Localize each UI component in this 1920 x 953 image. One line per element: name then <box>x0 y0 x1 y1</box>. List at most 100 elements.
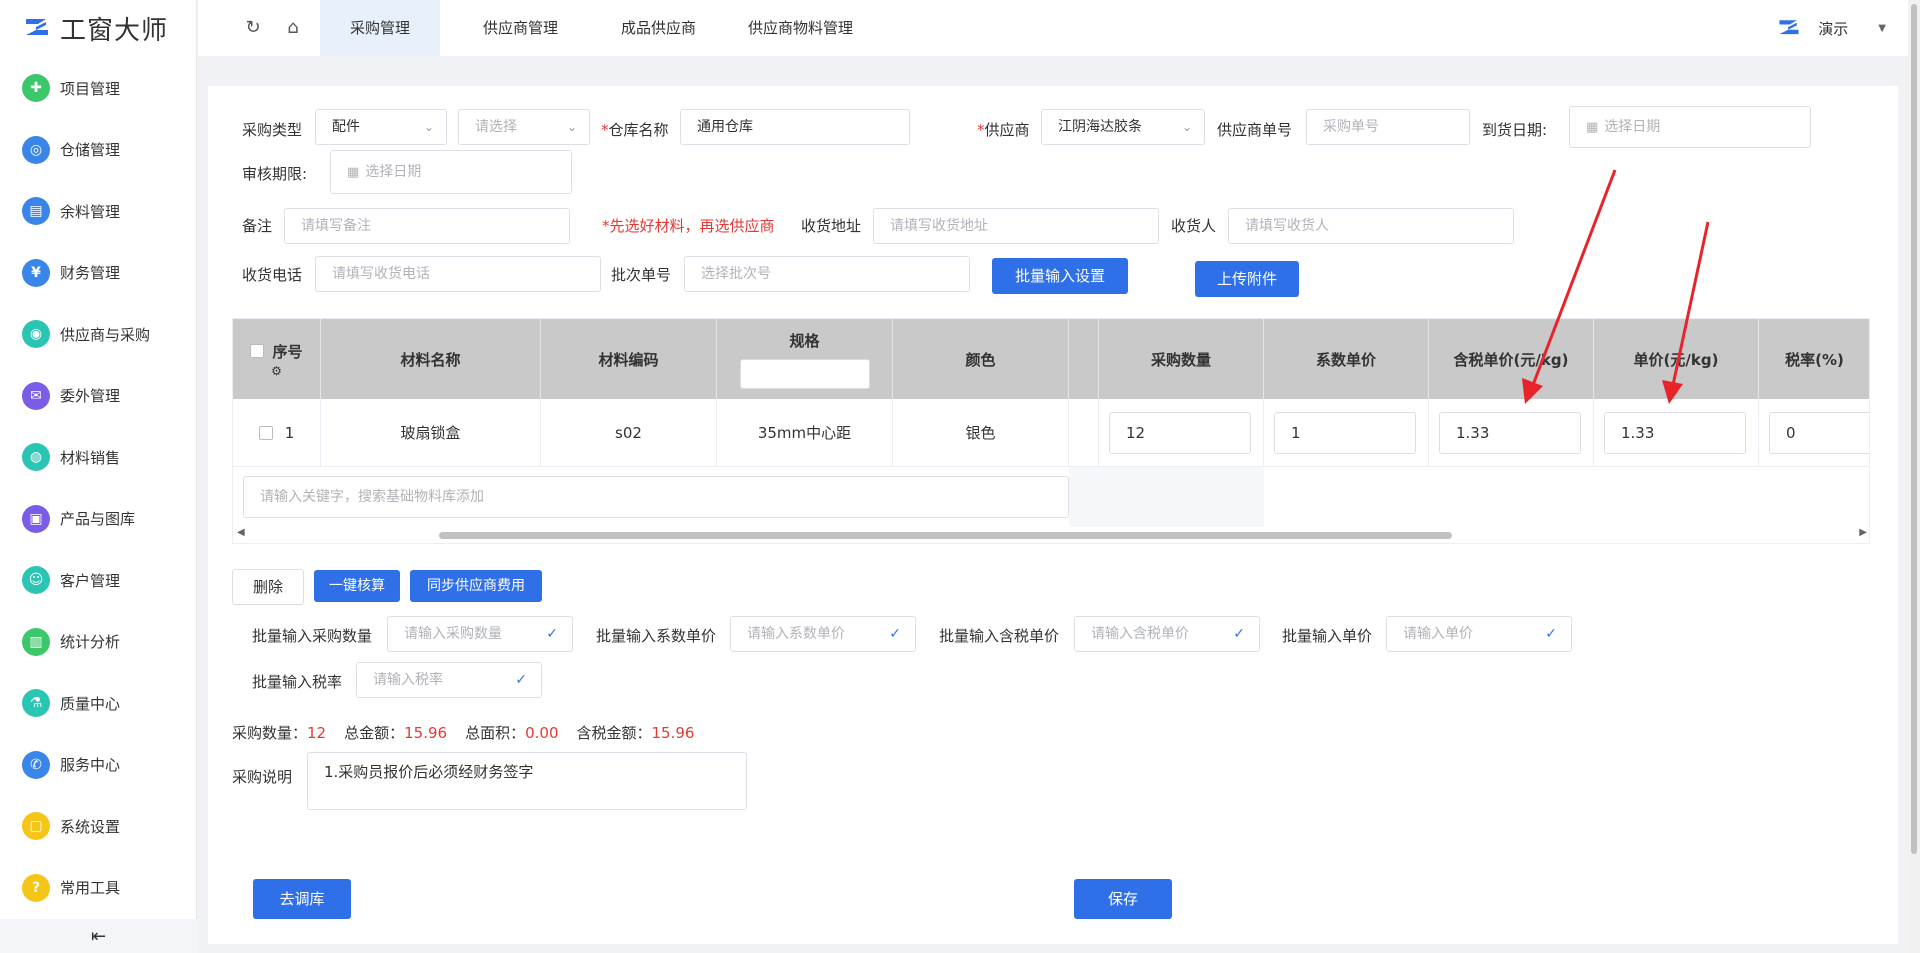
transfer-warehouse-button[interactable]: 去调库 <box>253 879 351 919</box>
calculate-button[interactable]: 一键核算 <box>314 570 400 602</box>
logo-icon <box>26 19 48 35</box>
coef-input[interactable]: 1 <box>1274 412 1416 454</box>
row-color: 银色 <box>893 399 1069 467</box>
select-all-checkbox[interactable] <box>250 344 265 358</box>
sidebar-item-4[interactable]: ◉ 供应商与采购 <box>22 318 150 350</box>
sub-type-select[interactable]: 请选择 ⌄ <box>458 109 590 145</box>
purchase-type-select[interactable]: 配件 ⌄ <box>315 109 447 145</box>
batch-setting-button[interactable]: 批量输入设置 <box>992 258 1128 294</box>
spec-filter-input[interactable] <box>739 358 870 389</box>
receiver-input[interactable]: 请填写收货人 <box>1228 208 1514 244</box>
sidebar-item-2[interactable]: ▤ 余料管理 <box>22 195 120 227</box>
remark-input[interactable]: 请填写备注 <box>284 208 570 244</box>
scroll-left-icon[interactable]: ◀ <box>237 527 245 538</box>
purchase-form-card: 采购类型 配件 ⌄ 请选择 ⌄ *仓库名称 通用仓库 *供应商 江阴海达胶条 ⌄… <box>208 86 1898 944</box>
confirm-check-icon[interactable]: ✓ <box>546 617 558 651</box>
phone-input[interactable]: 请填写收货电话 <box>315 256 601 292</box>
outsource-icon: ✉ <box>22 381 50 410</box>
supplier-no-label: 供应商单号 <box>1217 121 1293 139</box>
scroll-right-icon[interactable]: ▶ <box>1859 527 1867 538</box>
sync-supplier-fee-button[interactable]: 同步供应商费用 <box>410 570 542 602</box>
purchase-note-textarea[interactable]: 1.采购员报价后必须经财务签字 <box>307 752 747 810</box>
sidebar-item-3[interactable]: ¥ 财务管理 <box>22 257 120 289</box>
sidebar-item-5[interactable]: ✉ 委外管理 <box>22 380 120 412</box>
sidebar-item-13[interactable]: ? 常用工具 <box>22 872 120 904</box>
price-input[interactable]: 1.33 <box>1604 412 1746 454</box>
summary-tax-total: 含税金额：15.96 <box>577 722 695 743</box>
sidebar-item-12[interactable]: ▢ 系统设置 <box>22 810 120 842</box>
sidebar-item-11[interactable]: ✆ 服务中心 <box>22 749 120 781</box>
refresh-icon[interactable]: ↻ <box>242 17 264 39</box>
batch-no-input[interactable]: 选择批次号 <box>684 256 970 292</box>
arrival-date-picker[interactable]: ▦ 选择日期 <box>1569 106 1811 148</box>
chevron-down-icon: ⌄ <box>423 120 434 134</box>
confirm-check-icon[interactable]: ✓ <box>1233 617 1245 651</box>
summary-qty: 采购数量：12 <box>232 722 326 743</box>
sidebar-collapse-button[interactable]: ⇤ <box>0 919 197 953</box>
column-settings-icon[interactable]: ⚙ <box>271 364 282 378</box>
summary-area-value: 0.00 <box>525 724 559 742</box>
purchase-note-label: 采购说明 <box>232 768 293 786</box>
batch-qty-label: 批量输入采购数量 <box>252 627 373 645</box>
sidebar-item-8[interactable]: ☺ 客户管理 <box>22 564 120 596</box>
batch-price-input[interactable]: 请输入单价 ✓ <box>1386 616 1572 652</box>
sidebar-item-0[interactable]: ✚ 项目管理 <box>22 72 120 104</box>
batch-coef-input[interactable]: 请输入系数单价 ✓ <box>730 616 916 652</box>
sidebar-item-9[interactable]: ▥ 统计分析 <box>22 626 120 658</box>
table-horizontal-scrollbar[interactable]: ◀ ▶ <box>233 527 1869 543</box>
sidebar-item-6[interactable]: ◍ 材料销售 <box>22 441 120 473</box>
page-vertical-scrollbar[interactable] <box>1908 0 1920 953</box>
confirm-check-icon[interactable]: ✓ <box>889 617 901 651</box>
summary-tax-total-value: 15.96 <box>651 724 695 742</box>
customer-icon: ☺ <box>22 566 50 594</box>
search-row-filler <box>1069 467 1264 527</box>
warehouse-label-text: 仓库名称 <box>608 121 669 139</box>
supplier-no-input[interactable]: 采购单号 <box>1306 109 1470 145</box>
col-spec-header: 规格 <box>717 319 893 399</box>
app-logo[interactable]: 工窗大师 <box>0 0 196 56</box>
save-button[interactable]: 保存 <box>1074 879 1172 919</box>
purchase-type-label: 采购类型 <box>242 121 303 139</box>
sidebar-item-label: 委外管理 <box>60 387 121 405</box>
tab-supplier[interactable]: 供应商管理 <box>453 0 588 56</box>
warehouse-input[interactable]: 通用仓库 <box>680 109 910 145</box>
batch-qty-input[interactable]: 请输入采购数量 ✓ <box>387 616 573 652</box>
user-menu[interactable]: 演示 ▼ <box>1776 0 1886 56</box>
row-checkbox[interactable] <box>258 425 273 440</box>
sidebar-item-label: 仓储管理 <box>60 141 121 159</box>
scrollbar-thumb[interactable] <box>439 532 1452 539</box>
confirm-check-icon[interactable]: ✓ <box>1545 617 1557 651</box>
project-icon: ✚ <box>22 74 50 102</box>
summary-tax-total-label: 含税金额： <box>576 724 652 742</box>
address-label: 收货地址 <box>801 217 862 235</box>
calendar-icon: ▦ <box>1586 120 1599 135</box>
service-icon: ✆ <box>22 750 50 779</box>
tax-price-input[interactable]: 1.33 <box>1439 412 1581 454</box>
user-name: 演示 <box>1818 19 1849 38</box>
tab-supplier-material[interactable]: 供应商物料管理 <box>718 0 883 56</box>
col-price-header: 单价(元/kg) <box>1594 319 1759 399</box>
supplier-select[interactable]: 江阴海达胶条 ⌄ <box>1041 109 1205 145</box>
scrollbar-thumb[interactable] <box>1911 4 1917 854</box>
tab-purchase[interactable]: 采购管理 <box>320 0 441 56</box>
purchase-type-value: 配件 <box>332 119 360 135</box>
col-color-header: 颜色 <box>893 319 1069 399</box>
address-input[interactable]: 请填写收货地址 <box>873 208 1159 244</box>
upload-attachment-button[interactable]: 上传附件 <box>1195 261 1299 297</box>
batch-tax-rate-input[interactable]: 请输入税率 ✓ <box>356 662 542 698</box>
home-icon[interactable]: ⌂ <box>282 17 304 39</box>
summary-area-label: 总面积： <box>465 724 526 742</box>
sidebar-item-1[interactable]: ◎ 仓储管理 <box>22 134 120 166</box>
sidebar-item-label: 统计分析 <box>60 633 121 651</box>
tax-rate-input[interactable]: 0 <box>1769 412 1869 454</box>
tab-finished-supplier[interactable]: 成品供应商 <box>591 0 726 56</box>
qty-input[interactable]: 12 <box>1109 412 1251 454</box>
audit-deadline-picker[interactable]: ▦ 选择日期 <box>330 150 572 194</box>
sidebar-item-10[interactable]: ⚗ 质量中心 <box>22 687 120 719</box>
confirm-check-icon[interactable]: ✓ <box>515 663 527 697</box>
material-search-input[interactable]: 请输入关键字，搜索基础物料库添加 <box>243 476 1069 518</box>
delete-button[interactable]: 删除 <box>232 569 304 605</box>
sidebar-item-7[interactable]: ▣ 产品与图库 <box>22 503 135 535</box>
batch-tax-price-input[interactable]: 请输入含税单价 ✓ <box>1074 616 1260 652</box>
sidebar: 工窗大师 ✚ 项目管理 ◎ 仓储管理 ▤ 余料管理 ¥ 财务管理 ◉ 供应商与采购 ✉ 委外管理 ◍ 材料… <box>0 0 197 953</box>
